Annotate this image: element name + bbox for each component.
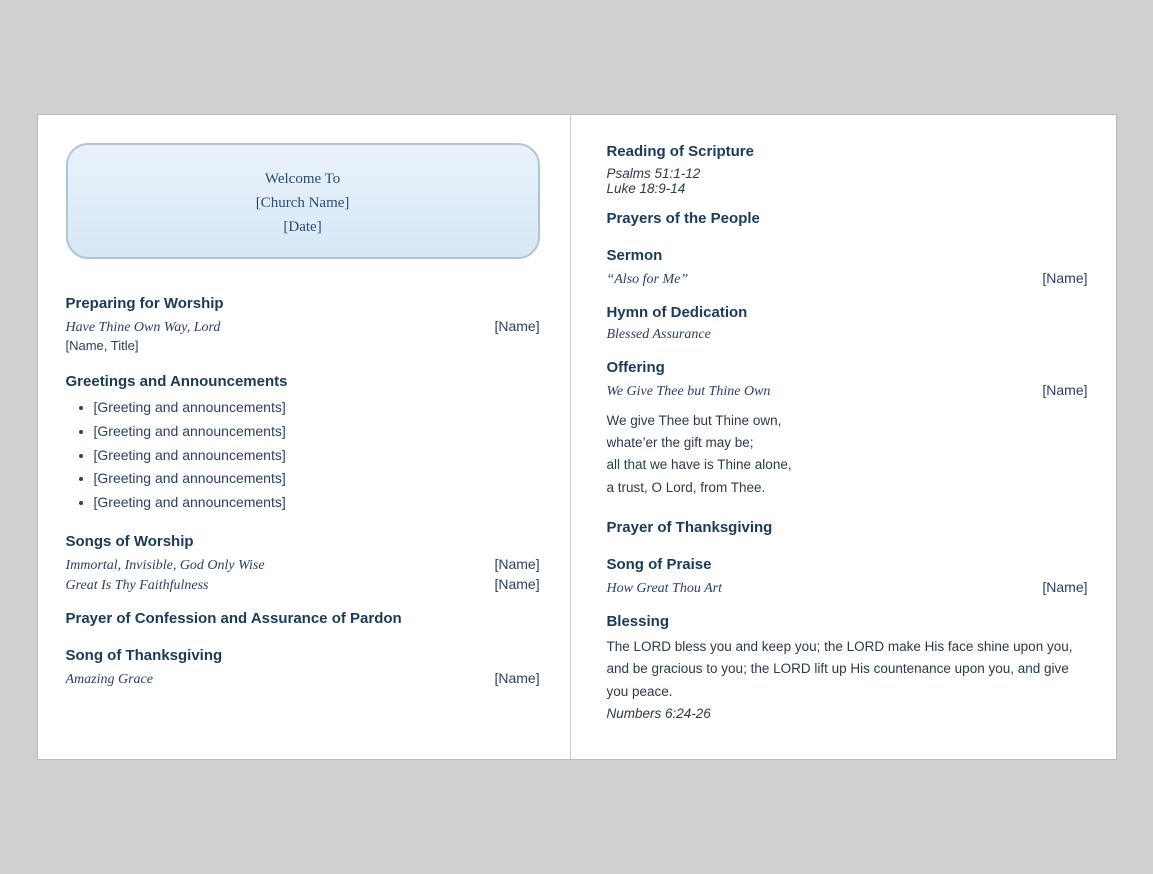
- scripture-ref2: Luke 18:9-14: [606, 181, 1087, 196]
- welcome-box: Welcome To [Church Name] [Date]: [66, 143, 540, 259]
- offering-verse-line3: all that we have is Thine alone,: [606, 457, 791, 472]
- welcome-line1: Welcome To: [88, 167, 518, 191]
- blessing-body: The LORD bless you and keep you; the LOR…: [606, 639, 1072, 699]
- heading-preparing: Preparing for Worship: [66, 295, 540, 312]
- offering-verse-line4: a trust, O Lord, from Thee.: [606, 480, 765, 495]
- songs-worship-row1: Immortal, Invisible, God Only Wise [Name…: [66, 556, 540, 574]
- heading-prayer-thanksgiving: Prayer of Thanksgiving: [606, 519, 1087, 536]
- welcome-line3: [Date]: [88, 215, 518, 239]
- heading-song-praise: Song of Praise: [606, 556, 1087, 573]
- preparing-song-assignee: [Name]: [494, 318, 539, 334]
- bulletin-page: Welcome To [Church Name] [Date] Preparin…: [37, 114, 1117, 760]
- heading-confession: Prayer of Confession and Assurance of Pa…: [66, 610, 540, 627]
- worship-song2-title: Great Is Thy Faithfulness: [66, 578, 209, 594]
- list-item: [Greeting and announcements]: [94, 420, 540, 444]
- scripture-ref1: Psalms 51:1-12: [606, 166, 1087, 181]
- heading-offering: Offering: [606, 359, 1087, 376]
- blessing-ref: Numbers 6:24-26: [606, 706, 710, 721]
- worship-song1-assignee: [Name]: [494, 556, 539, 572]
- hymn-dedication-title: Blessed Assurance: [606, 327, 710, 343]
- offering-verse-line1: We give Thee but Thine own,: [606, 413, 781, 428]
- thanksgiving-song-assignee: [Name]: [494, 670, 539, 686]
- sermon-title: “Also for Me”: [606, 272, 688, 288]
- offering-song-title: We Give Thee but Thine Own: [606, 384, 770, 400]
- welcome-line2: [Church Name]: [88, 191, 518, 215]
- sermon-assignee: [Name]: [1042, 270, 1087, 286]
- heading-song-thanksgiving: Song of Thanksgiving: [66, 647, 540, 664]
- heading-greetings: Greetings and Announcements: [66, 373, 540, 390]
- worship-song2-assignee: [Name]: [494, 576, 539, 592]
- heading-hymn-dedication: Hymn of Dedication: [606, 304, 1087, 321]
- heading-prayers: Prayers of the People: [606, 210, 1087, 227]
- offering-verse: We give Thee but Thine own, whate’er the…: [606, 410, 1087, 499]
- list-item: [Greeting and announcements]: [94, 396, 540, 420]
- hymn-dedication-row: Blessed Assurance: [606, 327, 1087, 343]
- greetings-list: [Greeting and announcements] [Greeting a…: [66, 396, 540, 515]
- column-divider: [571, 115, 583, 759]
- song-praise-row: How Great Thou Art [Name]: [606, 579, 1087, 597]
- offering-song-assignee: [Name]: [1042, 382, 1087, 398]
- sermon-row: “Also for Me” [Name]: [606, 270, 1087, 288]
- heading-songs-worship: Songs of Worship: [66, 533, 540, 550]
- worship-song1-title: Immortal, Invisible, God Only Wise: [66, 558, 265, 574]
- preparing-song-title: Have Thine Own Way, Lord: [66, 320, 221, 336]
- preparing-sublabel: [Name, Title]: [66, 338, 540, 353]
- spacer: [606, 402, 1087, 410]
- thanksgiving-song-title: Amazing Grace: [66, 672, 154, 688]
- offering-song-row: We Give Thee but Thine Own [Name]: [606, 382, 1087, 400]
- thanksgiving-song-row: Amazing Grace [Name]: [66, 670, 540, 688]
- song-praise-assignee: [Name]: [1042, 579, 1087, 595]
- song-praise-title: How Great Thou Art: [606, 581, 722, 597]
- list-item: [Greeting and announcements]: [94, 491, 540, 515]
- preparing-song-row: Have Thine Own Way, Lord [Name]: [66, 318, 540, 336]
- list-item: [Greeting and announcements]: [94, 444, 540, 468]
- heading-sermon: Sermon: [606, 247, 1087, 264]
- offering-verse-line2: whate’er the gift may be;: [606, 435, 753, 450]
- list-item: [Greeting and announcements]: [94, 467, 540, 491]
- right-column: Reading of Scripture Psalms 51:1-12 Luke…: [582, 115, 1115, 759]
- heading-blessing: Blessing: [606, 613, 1087, 630]
- blessing-text: The LORD bless you and keep you; the LOR…: [606, 636, 1087, 725]
- left-column: Welcome To [Church Name] [Date] Preparin…: [38, 115, 571, 759]
- heading-scripture: Reading of Scripture: [606, 143, 1087, 160]
- songs-worship-row2: Great Is Thy Faithfulness [Name]: [66, 576, 540, 594]
